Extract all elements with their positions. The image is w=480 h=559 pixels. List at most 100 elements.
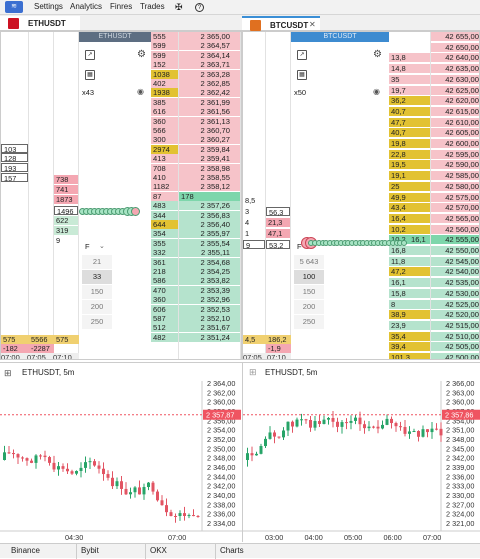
candle-body: [363, 424, 366, 429]
scale-option[interactable]: 100: [294, 270, 324, 284]
y-axis-label: 2 346,00: [207, 463, 235, 472]
chart-icon[interactable]: ↗: [297, 50, 307, 60]
menu-trades[interactable]: Trades: [140, 2, 165, 11]
volume-history-col: 103 128 193 157: [1, 32, 29, 359]
candle-body: [75, 470, 78, 474]
price-col: 42 655,00 42 650,00 42 640,00 42 635,00 42 6…: [431, 32, 479, 359]
bid-price: 42 510,00: [431, 331, 479, 341]
candlestick-chart[interactable]: 2 364,002 362,002 360,002 358,002 356,00…: [0, 381, 242, 543]
wand-icon[interactable]: ✠: [175, 2, 183, 13]
menu-analytics[interactable]: Analytics: [70, 2, 102, 11]
scale-option[interactable]: 150: [294, 285, 324, 299]
candle-body: [421, 429, 425, 437]
help-icon[interactable]: ?: [195, 3, 204, 12]
scale-option[interactable]: 5 643: [294, 255, 324, 269]
ask-size: [389, 32, 430, 41]
bid-price: 2 357,26: [179, 201, 240, 211]
candle-body: [12, 452, 15, 455]
dom-panel-ethusdt: 103 128 193 157 738 741 1873 1496 622 319 9 ETHUS…: [0, 31, 242, 360]
chart-icon[interactable]: ↗: [85, 50, 95, 60]
footer-value: -182: [1, 344, 29, 353]
cluster-cell: 21,3: [266, 218, 290, 227]
candle-body: [336, 421, 339, 427]
candle-body: [300, 419, 303, 421]
tab-ethusdt[interactable]: ETHUSDT: [0, 16, 80, 30]
y-axis-label: 2 352,00: [207, 435, 235, 444]
y-axis-label: 2 327,00: [446, 500, 474, 509]
ask-size: 616: [151, 107, 178, 117]
ask-price: 42 570,00: [431, 203, 479, 213]
cluster-cell: 3: [245, 207, 250, 216]
ask-size: 413: [151, 154, 178, 164]
ask-size: 35: [389, 74, 430, 84]
close-icon[interactable]: ✕: [309, 20, 316, 29]
tab-charts[interactable]: Charts: [220, 546, 244, 555]
x-axis-label: 04:00: [305, 533, 323, 542]
footer-time: 07:05: [27, 353, 53, 359]
ask-price: 42 610,00: [431, 117, 479, 127]
ask-price: 2 361,99: [179, 97, 240, 107]
candle-body: [354, 417, 357, 421]
menu-finres[interactable]: Finres: [110, 2, 132, 11]
tab-btcusdt[interactable]: BTCUSDT ✕: [242, 16, 320, 31]
scale-option[interactable]: 200: [82, 300, 112, 314]
candle-body: [174, 516, 177, 517]
app-logo-icon[interactable]: ≋: [5, 1, 23, 13]
scale-option[interactable]: 200: [294, 300, 324, 314]
multiplier-label: x43: [82, 88, 95, 97]
ask-price: 2 361,13: [179, 116, 240, 126]
ask-price: 42 615,00: [431, 106, 479, 116]
size-col: 13,8 14,8 35 19,7 36,2 40,7 47,7 40,7 19,8 22,8 19…: [389, 32, 431, 359]
bid-size: 38,9: [389, 310, 430, 320]
volume-history-col: [29, 32, 54, 359]
cluster-cell: 47,1: [266, 229, 290, 238]
candle-body: [52, 462, 56, 470]
scale-option[interactable]: 33: [82, 270, 112, 284]
candlestick-chart[interactable]: 2 366,002 363,002 360,002 357,002 354,00…: [243, 381, 480, 543]
candle-body: [408, 431, 411, 434]
candle-body: [187, 515, 191, 517]
y-axis-label: 2 350,00: [207, 444, 235, 453]
eye-icon[interactable]: ◉: [137, 87, 144, 96]
gear-icon[interactable]: ⚙: [373, 49, 382, 60]
ask-price: 2 362,42: [179, 88, 240, 98]
trade-bubble: [131, 206, 140, 216]
candle-body: [394, 423, 398, 427]
ask-size: 47,7: [389, 117, 430, 127]
candle-body: [340, 422, 344, 427]
calculator-icon[interactable]: ▦: [297, 70, 307, 80]
cluster-cell: 56,3: [266, 207, 290, 217]
scale-option[interactable]: 250: [82, 315, 112, 329]
y-axis-label: 2 364,00: [207, 381, 235, 388]
scale-option[interactable]: 250: [294, 315, 324, 329]
y-axis-label: 2 333,00: [446, 482, 474, 491]
ask-price: 42 600,00: [431, 139, 479, 148]
bid-price: 2 351,67: [179, 323, 240, 333]
x-axis-label: 07:00: [168, 533, 186, 542]
ask-price: 2 362,85: [179, 79, 240, 88]
candle-body: [286, 421, 290, 431]
calculator-icon[interactable]: ▦: [85, 70, 95, 80]
chart-icon: ⊞: [249, 367, 257, 377]
chevron-down-icon[interactable]: ⌄: [99, 242, 105, 250]
tab-binance[interactable]: Binance: [11, 546, 40, 555]
gear-icon[interactable]: ⚙: [137, 49, 146, 60]
y-axis-label: 2 363,00: [446, 388, 474, 397]
scale-option[interactable]: 150: [82, 285, 112, 299]
menu-settings[interactable]: Settings: [34, 2, 63, 11]
bid-price: 42 505,00: [431, 342, 479, 352]
cluster-cell: 1: [245, 229, 250, 238]
candle-body: [120, 481, 123, 489]
ask-size: 1938: [151, 88, 178, 98]
tab-bybit[interactable]: Bybit: [81, 546, 99, 555]
y-axis-label: 2 336,00: [207, 510, 235, 519]
tab-okx[interactable]: OKX: [150, 546, 167, 555]
scale-option[interactable]: 21: [82, 255, 112, 269]
dom-header: BTCUSDT: [291, 32, 389, 42]
chart-title: ⊞ ETHUSDT, 5m: [249, 367, 317, 377]
y-axis-label: 2 360,00: [446, 398, 474, 407]
ask-price: 42 575,00: [431, 192, 479, 202]
x-axis-label: 07:00: [423, 533, 441, 542]
eye-icon[interactable]: ◉: [373, 87, 380, 96]
ask-size: 87: [151, 191, 178, 201]
